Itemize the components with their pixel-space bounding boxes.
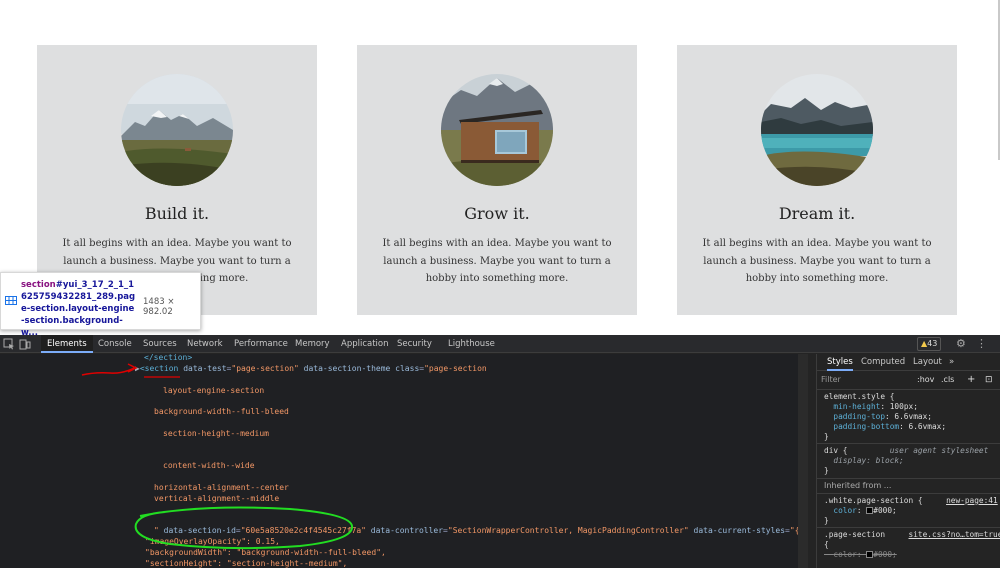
red-arrow-annotation [81, 363, 138, 376]
style-prop-color[interactable]: color: #000; [824, 506, 897, 515]
close-brace: } [824, 516, 829, 525]
divider [817, 389, 1000, 390]
device-toolbar-icon[interactable] [19, 338, 31, 350]
close-brace: } [824, 466, 829, 475]
close-brace: } [824, 432, 829, 441]
green-circle-annotation [134, 506, 354, 550]
issues-badge[interactable]: ▲43 [917, 337, 942, 351]
new-rule-button[interactable]: + [967, 373, 975, 387]
prop-name: color [833, 550, 857, 559]
style-prop-padding-bottom[interactable]: padding-bottom: 6.6vmax; [824, 422, 946, 431]
card-title: Build it. [144, 204, 210, 223]
prop-name: padding-bottom [833, 422, 900, 431]
elements-dom-tree[interactable]: </section> ▶<section data-test="page-sec… [0, 353, 808, 568]
tab-network[interactable]: Network [187, 335, 223, 353]
style-prop-padding-top[interactable]: padding-top: 6.6vmax; [824, 412, 932, 421]
tab-application[interactable]: Application [341, 335, 389, 353]
devtools-panel: Elements Console Sources Network Perform… [0, 335, 1000, 568]
divider [817, 443, 1000, 444]
prop-name: color [833, 506, 857, 515]
style-prop-min-height[interactable]: min-height: 100px; [824, 402, 918, 411]
tab-computed[interactable]: Computed [861, 354, 905, 371]
tooltip-selector: section#yui_3_17_2_1_1625759432281_289.p… [21, 279, 137, 339]
card-title: Dream it. [778, 204, 856, 223]
tooltip-tag: section [21, 280, 56, 290]
prop-value: 6.6vmax; [894, 412, 932, 421]
issues-count: 43 [927, 339, 938, 348]
div-selector-text: div { [824, 446, 848, 455]
tooltip-dimensions: 1483 × 982.02 [143, 297, 175, 317]
divider [817, 478, 1000, 479]
prop-value: #000; [873, 550, 897, 559]
user-agent-label: user agent stylesheet [889, 446, 989, 455]
grid-layout-icon [5, 296, 17, 305]
inspect-element-icon[interactable] [3, 338, 15, 350]
cabin-image [441, 74, 553, 186]
style-prop-display[interactable]: display: block; [824, 456, 904, 465]
page-section-selector[interactable]: .page-section site.css?no…tom=true:15 [824, 530, 1000, 539]
prop-value: 6.6vmax; [908, 422, 947, 431]
card-title: Grow it. [464, 204, 530, 223]
div-selector[interactable]: div { user agent stylesheet [824, 446, 988, 455]
toggle-sidebar-icon[interactable]: ⊡ [985, 373, 993, 387]
element-style-selector[interactable]: element.style { [824, 392, 894, 401]
prop-name: display [833, 456, 867, 465]
divider [817, 493, 1000, 494]
tab-security[interactable]: Security [397, 335, 432, 353]
prop-name: min-height [833, 402, 881, 411]
card-text: It all begins with an idea. Maybe you wa… [382, 238, 612, 284]
tab-sources[interactable]: Sources [143, 335, 177, 353]
inherited-from-label: Inherited from ... [824, 481, 892, 490]
lake-image [761, 74, 873, 186]
white-page-section-selector[interactable]: .white.page-section { new-page:41 [824, 496, 998, 505]
tab-elements[interactable]: Elements [41, 335, 93, 353]
selector-text: .page-section [824, 530, 886, 539]
settings-gear-icon[interactable]: ⚙ [956, 338, 968, 350]
tab-layout[interactable]: Layout [913, 354, 942, 371]
divider [817, 527, 1000, 528]
more-options-icon[interactable]: ⋮ [976, 338, 988, 350]
source-link[interactable]: new-page:41 [946, 496, 998, 505]
source-link[interactable]: site.css?no…tom=true:15 [909, 530, 1000, 539]
prop-value: block; [875, 456, 904, 465]
selector-text: .white.page-section { [824, 496, 923, 505]
style-prop-color-overridden[interactable]: color: #000; [824, 550, 897, 559]
tab-lighthouse[interactable]: Lighthouse [448, 335, 495, 353]
annotation-layer [81, 363, 354, 550]
more-tabs-chevron-icon[interactable]: » [949, 354, 954, 371]
open-brace: { [824, 540, 829, 549]
prop-value: 100px; [889, 402, 918, 411]
prop-name: padding-top [833, 412, 886, 421]
prop-value: #000; [873, 506, 897, 515]
tab-styles[interactable]: Styles [827, 354, 853, 371]
styles-pane: Styles Computed Layout » Filter :hov .cl… [816, 354, 1000, 568]
hover-state-toggle[interactable]: :hov [917, 373, 934, 387]
tab-performance[interactable]: Performance [234, 335, 288, 353]
styles-subtabs: Styles Computed Layout » [817, 354, 1000, 371]
styles-filter-input[interactable]: Filter [821, 373, 911, 387]
element-inspect-tooltip: section#yui_3_17_2_1_1625759432281_289.p… [0, 272, 201, 338]
class-toggle[interactable]: .cls [941, 373, 954, 387]
tab-memory[interactable]: Memory [295, 335, 330, 353]
card-text: It all begins with an idea. Maybe you wa… [702, 238, 932, 284]
card-grow: Grow it. It all begins with an idea. May… [357, 45, 637, 315]
tab-console[interactable]: Console [98, 335, 132, 353]
snowy-mountain-image [121, 74, 233, 186]
card-dream: Dream it. It all begins with an idea. Ma… [677, 45, 957, 315]
devtools-tabbar: Elements Console Sources Network Perform… [0, 335, 1000, 353]
